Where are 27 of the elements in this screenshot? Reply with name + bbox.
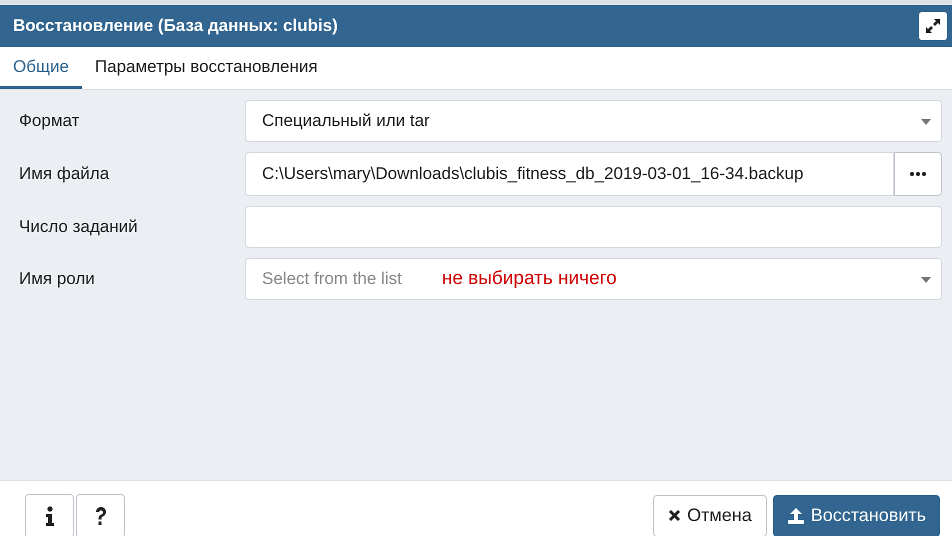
select-placeholder: Select from the list xyxy=(262,268,402,290)
window-title: Восстановление (База данных: clubis) xyxy=(13,15,338,38)
restore-button[interactable]: Восстановить xyxy=(772,494,940,536)
cancel-button[interactable]: Отмена xyxy=(653,494,767,536)
info-icon xyxy=(44,506,54,526)
annotation-text: не выбирать ничего xyxy=(442,266,617,291)
file-path-field[interactable]: C:\Users\mary\Downloads\clubis_fitness_db_2019-03-01_16-34.backup xyxy=(245,152,894,196)
question-icon xyxy=(94,506,108,526)
field-label: Имя файла xyxy=(19,163,110,186)
more-icon xyxy=(910,172,926,176)
tab[interactable]: Параметры восстановления xyxy=(82,47,331,89)
upload-icon xyxy=(786,506,805,524)
help-button[interactable] xyxy=(76,494,125,536)
select-value: Специальный или tar xyxy=(262,110,430,132)
caret-icon xyxy=(921,277,931,283)
maximize-button[interactable] xyxy=(919,12,947,40)
field-label: Формат xyxy=(19,110,80,132)
info-button[interactable] xyxy=(25,494,74,536)
field-label: Имя роли xyxy=(19,268,96,290)
select-field[interactable]: Специальный или tar xyxy=(245,100,942,142)
tab[interactable]: Общие xyxy=(0,47,82,89)
select-field[interactable]: Select from the list не выбирать ничего xyxy=(245,258,942,300)
close-icon xyxy=(668,509,682,522)
field-label: Число заданий xyxy=(19,216,139,238)
expand-icon xyxy=(925,18,941,34)
caret-icon xyxy=(921,119,931,125)
input-field[interactable] xyxy=(245,206,942,248)
